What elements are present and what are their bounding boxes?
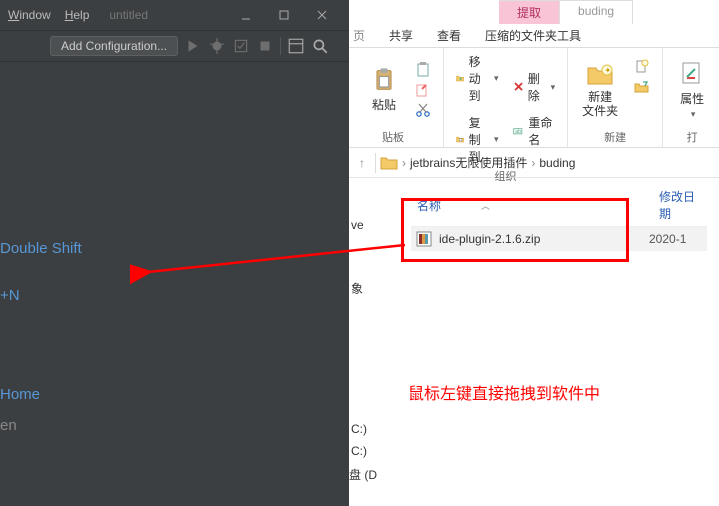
ribbon-group-open: 属性 ▾ 打 xyxy=(663,48,719,147)
home-hint: Home xyxy=(0,378,349,411)
ide-toolbar: Add Configuration... xyxy=(0,30,349,62)
move-to-icon xyxy=(456,71,465,87)
delete-icon xyxy=(513,79,524,95)
breadcrumb-seg-2[interactable]: buding xyxy=(539,156,575,170)
move-to-button[interactable]: 移动到▾ xyxy=(452,52,503,105)
close-button[interactable] xyxy=(303,0,341,30)
search-icon[interactable] xyxy=(311,37,329,55)
new-hint: +N xyxy=(0,279,349,312)
separator xyxy=(280,37,281,55)
annotation-highlight-box xyxy=(401,198,629,262)
menu-share[interactable]: 共享 xyxy=(377,27,425,44)
nav-cut-ve: ve xyxy=(351,218,364,232)
properties-icon xyxy=(678,60,706,88)
new-folder-icon: ✦ xyxy=(586,61,614,89)
properties-button[interactable]: 属性 ▾ xyxy=(671,52,713,127)
chevron-down-icon: ▾ xyxy=(551,82,556,93)
layout-icon[interactable] xyxy=(287,37,305,55)
add-configuration-button[interactable]: Add Configuration... xyxy=(50,36,178,56)
minimize-button[interactable] xyxy=(227,0,265,30)
svg-text:ab: ab xyxy=(515,129,521,135)
tab-extract[interactable]: 提取 xyxy=(499,0,560,24)
rename-icon: ab xyxy=(513,123,525,139)
chevron-down-icon: ▾ xyxy=(494,73,499,84)
open-group-label: 打 xyxy=(671,127,713,145)
ide-titlebar: Window Help untitled xyxy=(0,0,349,30)
new-folder-label: 新建 文件夹 xyxy=(582,91,618,117)
menu-help[interactable]: Help xyxy=(65,8,90,22)
new-folder-button[interactable]: ✦ 新建 文件夹 xyxy=(576,52,624,127)
ribbon: 粘贴 贴板 移动到▾ 复 xyxy=(349,48,719,148)
properties-label: 属性 xyxy=(680,90,704,107)
cut-icon[interactable] xyxy=(411,101,435,119)
paste-label: 粘贴 xyxy=(372,96,396,113)
chevron-right-icon: › xyxy=(531,156,535,170)
nav-cut-d: 盘 (D xyxy=(349,466,377,483)
debug-icon[interactable] xyxy=(208,37,226,55)
delete-button[interactable]: 删除▾ xyxy=(509,69,560,105)
menu-window[interactable]: Window xyxy=(8,8,51,22)
column-date[interactable]: 修改日期 xyxy=(653,184,707,226)
explorer-context-tabs: 提取 buding xyxy=(349,0,719,24)
clipboard-group-label: 贴板 xyxy=(351,127,435,145)
copy-to-icon xyxy=(456,132,465,148)
clipboard-path-icon[interactable] xyxy=(411,81,435,99)
menu-view[interactable]: 查看 xyxy=(425,27,473,44)
nav-cut-c1: C:) xyxy=(351,422,367,436)
en-hint: en xyxy=(0,411,349,440)
chevron-down-icon: ▾ xyxy=(691,109,696,120)
run-icon[interactable] xyxy=(184,37,202,55)
paste-icon xyxy=(370,66,398,94)
nav-cut-xiang: 象 xyxy=(351,280,363,297)
coverage-icon[interactable] xyxy=(232,37,250,55)
rename-button[interactable]: ab 重命名 xyxy=(509,113,560,149)
file-date: 2020-1 xyxy=(649,232,703,246)
nav-cut-c2: C:) xyxy=(351,444,367,458)
ide-panel: Window Help untitled Add Configuration..… xyxy=(0,0,349,506)
new-group-label: 新建 xyxy=(576,127,654,145)
svg-text:✦: ✦ xyxy=(605,66,612,75)
paste-button[interactable]: 粘贴 xyxy=(363,52,405,127)
ribbon-group-new: ✦ 新建 文件夹 新建 xyxy=(568,48,663,147)
folder-icon xyxy=(380,154,398,172)
chevron-right-icon: › xyxy=(402,156,406,170)
clipboard-prop-icon[interactable] xyxy=(411,61,435,79)
annotation-text: 鼠标左键直接拖拽到软件中 xyxy=(408,380,600,404)
tab-buding[interactable]: buding xyxy=(560,0,633,24)
up-button[interactable]: ↑ xyxy=(353,156,371,170)
chevron-down-icon: ▾ xyxy=(494,134,499,145)
stop-icon[interactable] xyxy=(256,37,274,55)
ide-title: untitled xyxy=(109,8,148,22)
menu-cut-left: 页 xyxy=(349,27,377,44)
clipboard-edge xyxy=(351,52,357,127)
ide-body: Double Shift +N Home en xyxy=(0,62,349,440)
new-item-icon[interactable] xyxy=(630,58,654,76)
maximize-button[interactable] xyxy=(265,0,303,30)
breadcrumb-seg-1[interactable]: jetbrains无限使用插件 xyxy=(410,154,527,171)
search-everywhere-hint: Double Shift xyxy=(0,232,349,265)
explorer-menu: 页 共享 查看 压缩的文件夹工具 xyxy=(349,24,719,48)
easy-access-icon[interactable] xyxy=(630,78,654,96)
ribbon-group-organize: 移动到▾ 复制到▾ 删除▾ ab 重命名 xyxy=(444,48,568,147)
menu-zip-tools[interactable]: 压缩的文件夹工具 xyxy=(473,27,593,44)
ribbon-group-clipboard: 粘贴 贴板 xyxy=(349,48,444,147)
